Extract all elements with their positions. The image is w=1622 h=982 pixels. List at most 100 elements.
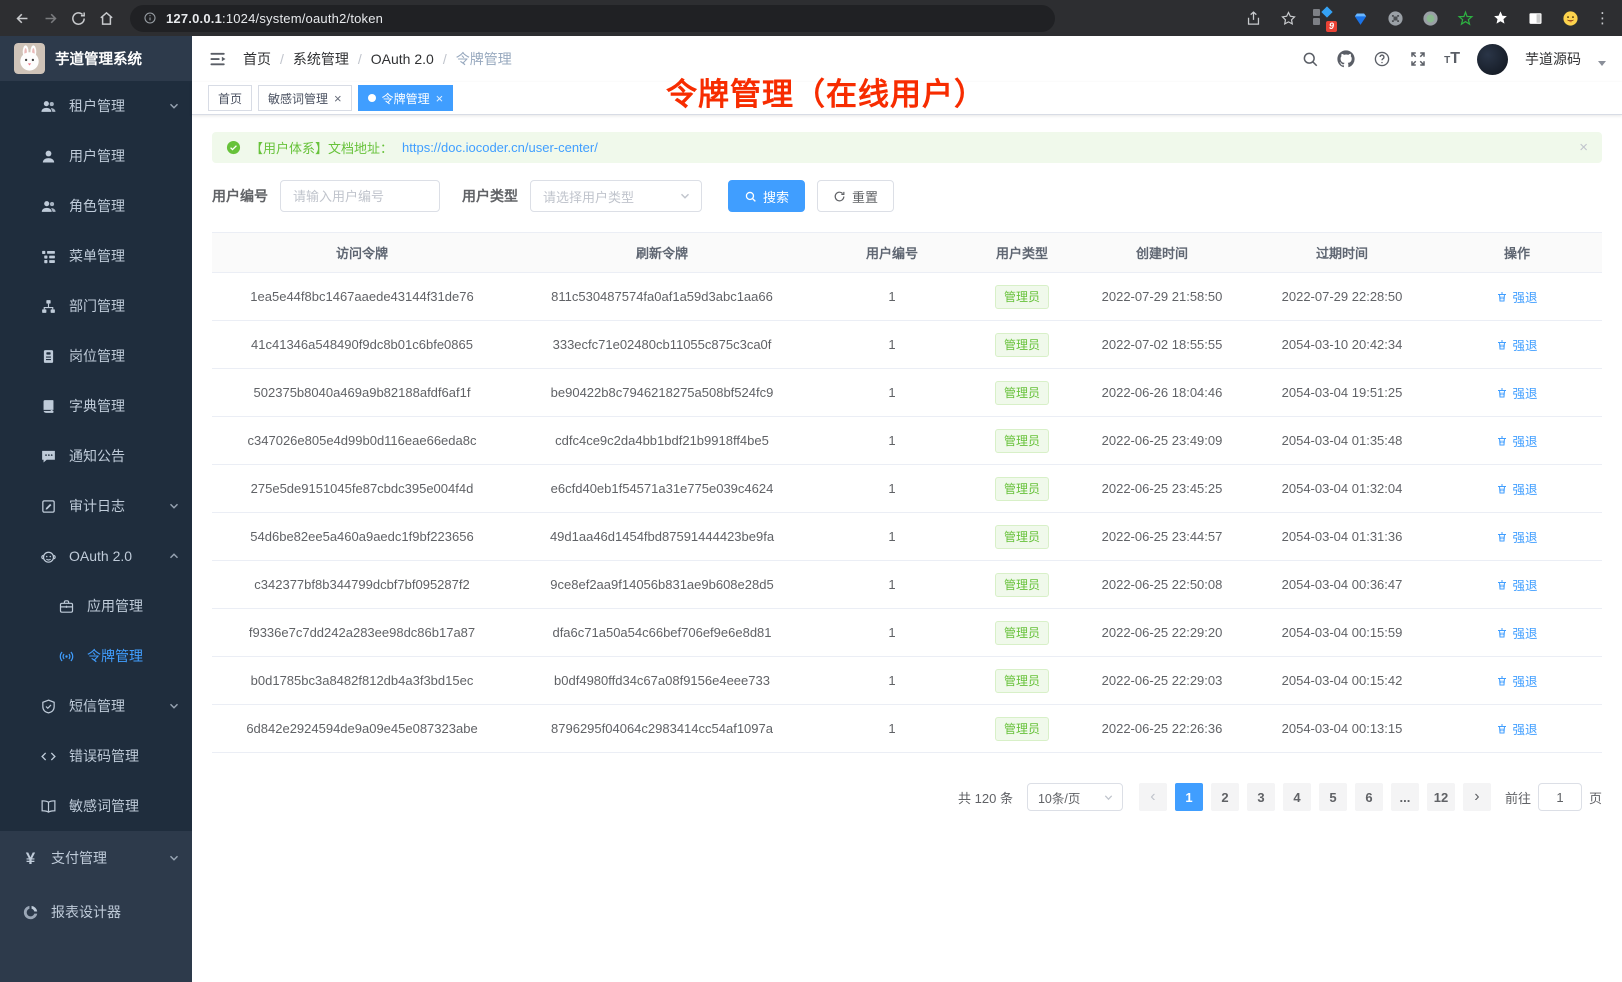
next-page-button[interactable]: › (1463, 783, 1491, 811)
sidebar-item-sensitive-word[interactable]: 敏感词管理 (0, 781, 192, 831)
breadcrumb-item[interactable]: 系统管理 (293, 49, 349, 69)
gem-extension-icon[interactable] (1350, 8, 1370, 28)
sidebar-item-post[interactable]: 岗位管理 (0, 331, 192, 381)
sidebar-item-label: 敏感词管理 (69, 796, 139, 816)
page-button[interactable]: 6 (1355, 783, 1383, 811)
info-icon[interactable] (143, 11, 157, 25)
sidebar-item-pay[interactable]: ¥支付管理 (0, 831, 192, 885)
sidebar-item-notice[interactable]: 通知公告 (0, 431, 192, 481)
force-logout-button[interactable]: 强退 (1496, 431, 1537, 450)
close-icon[interactable]: × (334, 92, 342, 105)
page-button[interactable]: 12 (1427, 783, 1455, 811)
tab-home[interactable]: 首页 (208, 85, 252, 111)
white-star-extension-icon[interactable] (1490, 8, 1510, 28)
cell-access_token: 502375b8040a469a9b82188afdf6af1f (212, 369, 512, 417)
app-logo[interactable]: 芋道管理系统 (0, 36, 192, 81)
browser-toolbar: 127.0.0.1:1024/system/oauth2/token 9 ⋮ (0, 0, 1622, 36)
fullscreen-icon[interactable] (1408, 50, 1427, 69)
user-type-badge: 管理员 (995, 285, 1049, 309)
home-icon[interactable] (96, 8, 116, 28)
page-button[interactable]: 3 (1247, 783, 1275, 811)
goto-page-input[interactable] (1538, 783, 1582, 811)
force-logout-button[interactable]: 强退 (1496, 527, 1537, 546)
content: 【用户体系】文档地址： https://doc.iocoder.cn/user-… (192, 115, 1622, 982)
page-button[interactable]: 4 (1283, 783, 1311, 811)
sidebar-item-menu[interactable]: 菜单管理 (0, 231, 192, 281)
sidebar-item-audit-log[interactable]: 审计日志 (0, 481, 192, 531)
page-button[interactable]: 1 (1175, 783, 1203, 811)
sidebar-item-role[interactable]: 角色管理 (0, 181, 192, 231)
breadcrumb-item[interactable]: 令牌管理 (456, 49, 512, 69)
sidebar-item-tenant[interactable]: 租户管理 (0, 81, 192, 131)
force-logout-button[interactable]: 强退 (1496, 671, 1537, 690)
profile-avatar-icon[interactable] (1560, 8, 1580, 28)
bookmark-star-icon[interactable] (1278, 8, 1298, 28)
cell-user_id: 1 (812, 273, 972, 321)
logo-avatar (14, 43, 45, 74)
page-button[interactable]: 2 (1211, 783, 1239, 811)
reload-icon[interactable] (68, 8, 88, 28)
sidebar-item-oauth2-app[interactable]: 应用管理 (0, 581, 192, 631)
pager: ‹123456...12› (1135, 783, 1495, 811)
sidebar-item-dept[interactable]: 部门管理 (0, 281, 192, 331)
kebab-menu-icon[interactable]: ⋮ (1595, 9, 1610, 27)
sidebar-item-report-designer[interactable]: 报表设计器 (0, 885, 192, 939)
sidebar-item-oauth2[interactable]: OAuth 2.0 (0, 531, 192, 581)
force-logout-label: 强退 (1512, 719, 1537, 738)
force-logout-button[interactable]: 强退 (1496, 383, 1537, 402)
tab-sensitive-word[interactable]: 敏感词管理× (258, 85, 352, 111)
more-pages-button[interactable]: ... (1391, 783, 1419, 811)
back-icon[interactable] (12, 8, 32, 28)
sidebar-item-label: 报表设计器 (51, 902, 121, 922)
forward-icon[interactable] (40, 8, 60, 28)
search-icon[interactable] (1300, 50, 1319, 69)
extension-icon[interactable]: 9 (1313, 7, 1335, 29)
table-row: 41c41346a548490f9dc8b01c6bfe0865333ecfc7… (212, 321, 1602, 369)
tab-oauth2-token[interactable]: 令牌管理× (358, 85, 454, 111)
force-logout-button[interactable]: 强退 (1496, 575, 1537, 594)
font-size-icon[interactable]: TT (1444, 51, 1460, 67)
tree-icon (40, 248, 57, 265)
force-logout-button[interactable]: 强退 (1496, 287, 1537, 306)
user-name[interactable]: 芋道源码 (1525, 49, 1581, 69)
breadcrumb-item[interactable]: 首页 (243, 49, 271, 69)
collapse-sidebar-icon[interactable] (208, 49, 228, 69)
github-icon[interactable] (1336, 50, 1355, 69)
page-size-select[interactable]: 10条/页 (1027, 783, 1123, 811)
cell-expire_time: 2022-07-29 22:28:50 (1252, 273, 1432, 321)
address-bar[interactable]: 127.0.0.1:1024/system/oauth2/token (130, 5, 1055, 32)
report-icon (22, 904, 39, 921)
force-logout-button[interactable]: 强退 (1496, 623, 1537, 642)
user-avatar[interactable] (1477, 44, 1508, 75)
force-logout-label: 强退 (1512, 431, 1537, 450)
side-panel-icon[interactable] (1525, 8, 1545, 28)
breadcrumb-item[interactable]: OAuth 2.0 (371, 51, 434, 67)
share-icon[interactable] (1243, 8, 1263, 28)
user-type-select[interactable]: 请选择用户类型 (530, 180, 702, 212)
goto-label: 前往 (1505, 788, 1531, 807)
sidebar-item-error-code[interactable]: 错误码管理 (0, 731, 192, 781)
sidebar-item-sms[interactable]: 短信管理 (0, 681, 192, 731)
sidebar-item-user[interactable]: 用户管理 (0, 131, 192, 181)
token-icon (58, 648, 75, 665)
sidebar-item-dict[interactable]: 字典管理 (0, 381, 192, 431)
doc-alert: 【用户体系】文档地址： https://doc.iocoder.cn/user-… (212, 132, 1602, 163)
user-id-input[interactable] (280, 180, 440, 212)
record-extension-icon[interactable] (1420, 8, 1440, 28)
alert-close-icon[interactable]: × (1579, 139, 1588, 156)
chevron-down-icon[interactable] (1598, 61, 1606, 66)
prev-page-button[interactable]: ‹ (1139, 783, 1167, 811)
force-logout-button[interactable]: 强退 (1496, 479, 1537, 498)
reset-button[interactable]: 重置 (817, 180, 894, 212)
green-star-extension-icon[interactable] (1455, 8, 1475, 28)
help-icon[interactable] (1372, 50, 1391, 69)
close-icon[interactable]: × (436, 92, 444, 105)
force-logout-button[interactable]: 强退 (1496, 719, 1537, 738)
doc-link[interactable]: https://doc.iocoder.cn/user-center/ (402, 140, 598, 155)
command-extension-icon[interactable] (1385, 8, 1405, 28)
search-button[interactable]: 搜索 (728, 180, 805, 212)
sidebar-item-oauth2-token[interactable]: 令牌管理 (0, 631, 192, 681)
url-host: 127.0.0.1 (166, 11, 222, 26)
page-button[interactable]: 5 (1319, 783, 1347, 811)
force-logout-button[interactable]: 强退 (1496, 335, 1537, 354)
